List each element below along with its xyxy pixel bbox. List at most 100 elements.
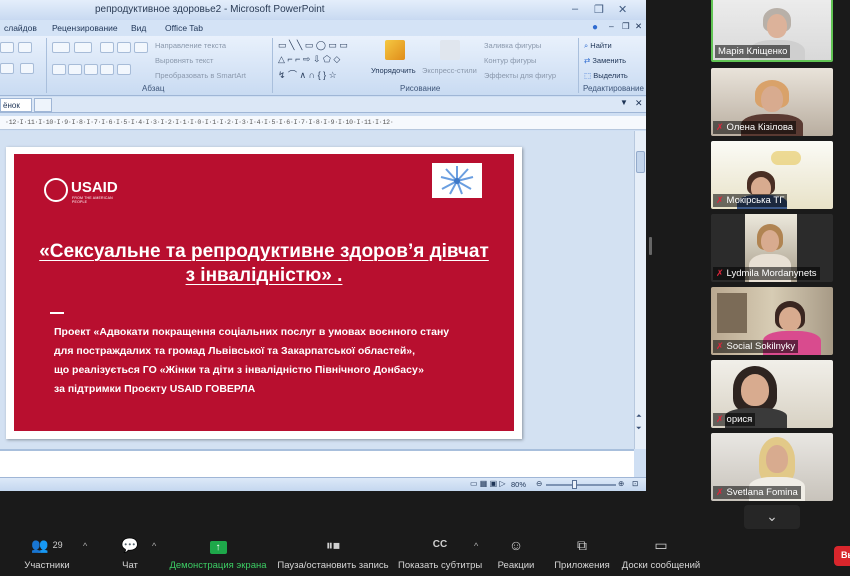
font-size-icon[interactable] bbox=[0, 42, 14, 53]
help-icon[interactable]: ● bbox=[592, 22, 598, 33]
record-button[interactable]: ⏸⏹ Пауза/остановить запись bbox=[276, 536, 390, 571]
align-text-button[interactable]: Выровнять текст bbox=[155, 56, 213, 65]
justify-icon[interactable] bbox=[100, 64, 114, 75]
participants-button[interactable]: 👥 29 Участники bbox=[22, 536, 72, 571]
gallery-scroll-down-button[interactable]: ⌄ bbox=[744, 505, 800, 529]
participant-tile[interactable]: Марія Кліщенко bbox=[711, 0, 833, 62]
increase-indent-icon[interactable] bbox=[117, 42, 131, 53]
whiteboard-icon: ▭ bbox=[654, 537, 668, 553]
chat-caret-icon[interactable]: ^ bbox=[152, 541, 156, 551]
tab-close-icon[interactable]: ✕ bbox=[635, 98, 643, 109]
participant-tile[interactable]: ✗ Мокірська ТГ bbox=[711, 141, 833, 209]
zoom-in-icon[interactable]: ⊕ bbox=[618, 479, 624, 488]
view-splitter[interactable] bbox=[649, 237, 652, 255]
shape-fill-button[interactable]: Заливка фигуры bbox=[484, 41, 541, 50]
horizontal-ruler: ·12·I·11·I·10·I·9·I·8·I·7·I·6·I·5·I·4·I·… bbox=[0, 116, 646, 130]
ribbon-minimize-icon[interactable]: – bbox=[609, 21, 614, 31]
zoom-slider[interactable] bbox=[546, 484, 616, 486]
chevron-down-icon: ⌄ bbox=[766, 508, 778, 524]
whiteboard-button[interactable]: ▭ Доски сообщений bbox=[618, 536, 704, 571]
zoom-slider-handle[interactable] bbox=[572, 480, 577, 489]
quick-styles-button[interactable]: Экспресс-стили bbox=[422, 66, 477, 75]
replace-icon: ⇄ bbox=[584, 56, 591, 65]
shape-effects-button[interactable]: Эффекты для фигур bbox=[484, 71, 556, 80]
ribbon-restore-icon[interactable]: ❐ bbox=[622, 21, 630, 32]
captions-button[interactable]: CC Показать субтитры bbox=[398, 536, 482, 571]
decrease-indent-icon[interactable] bbox=[100, 42, 114, 53]
ribbon-close-icon[interactable]: ✕ bbox=[635, 21, 642, 32]
select-label: Выделить bbox=[593, 71, 628, 80]
align-left-icon[interactable] bbox=[52, 64, 66, 75]
tab-slideshow[interactable]: слайдов bbox=[4, 23, 37, 33]
columns-icon[interactable] bbox=[117, 64, 131, 75]
whiteboard-label: Доски сообщений bbox=[621, 560, 701, 571]
find-button[interactable]: ⌕ Найти bbox=[584, 41, 612, 51]
view-buttons-icon[interactable]: ▭ ▦ ▣ ▷ bbox=[470, 479, 506, 488]
arrange-icon[interactable] bbox=[385, 40, 405, 60]
zoom-out-icon[interactable]: ⊖ bbox=[536, 479, 542, 488]
participant-tile[interactable]: ✗ орися bbox=[711, 360, 833, 428]
shapes-gallery-row2-icon[interactable]: △ ⌐ ⌐ ⇨ ⇩ ⬠ ◇ bbox=[278, 54, 340, 65]
select-button[interactable]: ⬚ Выделить bbox=[584, 71, 628, 80]
notes-pane[interactable] bbox=[0, 449, 634, 477]
tab-office[interactable]: Office Tab bbox=[165, 23, 203, 33]
participant-tile[interactable]: ✗ Lydmila Mordanynets bbox=[711, 214, 833, 282]
arrange-button[interactable]: Упорядочить bbox=[371, 66, 416, 75]
muted-mic-icon: ✗ bbox=[716, 487, 724, 497]
bullets-icon[interactable] bbox=[52, 42, 70, 53]
new-document-tab[interactable] bbox=[34, 98, 52, 112]
next-slide-icon[interactable]: ⏷ bbox=[636, 425, 642, 433]
shape-outline-button[interactable]: Контур фигуры bbox=[484, 56, 536, 65]
captions-caret-icon[interactable]: ^ bbox=[474, 541, 478, 551]
flower-icon bbox=[440, 166, 474, 195]
document-tabbar: ёнок ▼ ✕ bbox=[0, 97, 646, 113]
select-icon: ⬚ bbox=[584, 71, 592, 80]
align-center-icon[interactable] bbox=[68, 64, 82, 75]
slide-body: Проект «Адвокати покращення соціальних п… bbox=[54, 323, 494, 399]
end-meeting-button[interactable]: Вы bbox=[834, 546, 850, 566]
align-right-icon[interactable] bbox=[84, 64, 98, 75]
reactions-label: Реакции bbox=[497, 560, 535, 571]
shapes-gallery-row3-icon[interactable]: ↯ ⌒ ∧ ∩ { } ☆ bbox=[278, 68, 337, 81]
vertical-scrollbar[interactable]: ⏶ ⏷ bbox=[634, 131, 646, 449]
ribbon: Направление текста Выровнять текст Преоб… bbox=[0, 36, 646, 96]
participants-icon: 👥 29 bbox=[31, 537, 63, 553]
scrollbar-thumb[interactable] bbox=[636, 151, 645, 173]
prev-slide-icon[interactable]: ⏶ bbox=[636, 413, 642, 421]
muted-mic-icon: ✗ bbox=[716, 122, 724, 132]
document-tab[interactable]: ёнок bbox=[0, 98, 32, 112]
close-icon[interactable]: ✕ bbox=[618, 3, 627, 16]
usaid-logo: USAID FROM THE AMERICAN PEOPLE bbox=[44, 178, 124, 204]
maximize-icon[interactable]: ❐ bbox=[594, 3, 604, 16]
text-direction-button[interactable]: Направление текста bbox=[155, 41, 226, 50]
font-color-icon[interactable] bbox=[0, 63, 14, 74]
chat-button[interactable]: 💬 Чат bbox=[115, 536, 145, 571]
quick-styles-icon[interactable] bbox=[440, 40, 460, 60]
replace-label: Заменить bbox=[592, 56, 627, 65]
participant-tile[interactable]: ✗ Social Sokilnyky bbox=[711, 287, 833, 355]
zoom-level: 80% bbox=[511, 480, 527, 489]
muted-mic-icon: ✗ bbox=[716, 195, 724, 205]
apps-button[interactable]: ⧉ Приложения bbox=[551, 536, 613, 571]
tab-view[interactable]: Вид bbox=[131, 23, 146, 33]
reactions-button[interactable]: ☺ Реакции bbox=[494, 536, 538, 571]
editing-group-label: Редактирование bbox=[583, 84, 644, 93]
participant-tile[interactable]: ✗ Svetlana Fomina bbox=[711, 433, 833, 501]
tab-dropdown-icon[interactable]: ▼ bbox=[620, 98, 628, 107]
clear-format-icon[interactable] bbox=[20, 63, 34, 74]
line-spacing-icon[interactable] bbox=[134, 42, 148, 53]
usaid-logo-subtext: FROM THE AMERICAN PEOPLE bbox=[72, 196, 113, 204]
convert-smartart-button[interactable]: Преобразовать в SmartArt bbox=[155, 71, 246, 80]
font-case-icon[interactable] bbox=[18, 42, 32, 53]
minimize-icon[interactable]: – bbox=[572, 3, 578, 15]
fit-slide-icon[interactable]: ⊡ bbox=[632, 479, 638, 488]
replace-button[interactable]: ⇄ Заменить bbox=[584, 56, 626, 65]
participants-caret-icon[interactable]: ^ bbox=[83, 541, 87, 551]
numbering-icon[interactable] bbox=[74, 42, 92, 53]
usaid-logo-text: USAID bbox=[71, 179, 118, 196]
shapes-gallery-icon[interactable]: ▭ ╲ ╲ ▭ ◯ ▭ ▭ bbox=[278, 40, 348, 51]
participant-name: ✗ Мокірська ТГ bbox=[713, 194, 788, 207]
share-screen-button[interactable]: ↑ Демонстрация экрана bbox=[168, 536, 268, 571]
participant-tile[interactable]: ✗ Олена Кізілова bbox=[711, 68, 833, 136]
tab-review[interactable]: Рецензирование bbox=[52, 23, 118, 33]
